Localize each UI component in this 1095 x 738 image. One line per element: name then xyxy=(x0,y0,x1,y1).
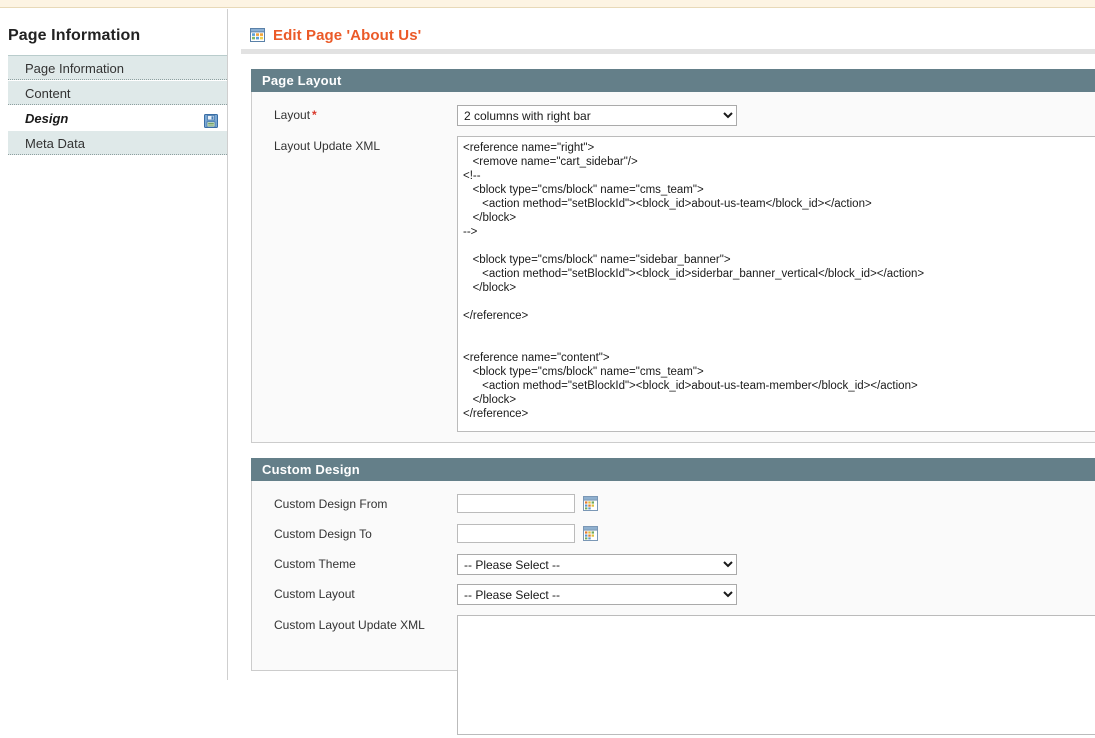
title-divider xyxy=(241,49,1095,54)
custom-design-from-control xyxy=(457,494,598,513)
page-title: Edit Page 'About Us' xyxy=(273,26,422,44)
custom-layout-update-xml-label: Custom Layout Update XML xyxy=(274,618,425,632)
custom-theme-select[interactable]: -- Please Select -- xyxy=(457,554,737,575)
layout-update-xml-field-row: Layout Update XML xyxy=(252,129,1095,435)
sidebar-item-meta-data[interactable]: Meta Data xyxy=(8,130,227,155)
page-layout-section: Page Layout Layout * 2 columns with right… xyxy=(251,69,1095,443)
sidebar-item-design[interactable]: Design xyxy=(8,105,227,130)
custom-design-section: Custom Design Custom Design From Custom … xyxy=(251,458,1095,735)
custom-design-section-body: Custom Design From Custom Design To Cust… xyxy=(251,481,1095,735)
custom-design-to-input[interactable] xyxy=(457,524,575,543)
custom-theme-field-row: Custom Theme -- Please Select -- xyxy=(252,547,1095,578)
custom-design-from-label: Custom Design From xyxy=(274,497,388,511)
page-layout-section-header: Page Layout xyxy=(251,69,1095,92)
page-window-icon xyxy=(250,28,265,42)
main-content: Edit Page 'About Us' Page Layout Layout *… xyxy=(229,9,1095,735)
sidebar-heading: Page Information xyxy=(8,27,141,44)
sidebar-item-label: Design xyxy=(25,111,69,126)
sidebar: Page Information Page Information Conten… xyxy=(0,9,228,680)
save-disk-icon xyxy=(204,111,218,128)
layout-label: Layout * xyxy=(252,105,457,125)
required-asterisk: * xyxy=(312,108,317,122)
custom-layout-update-xml-field-row: Custom Layout Update XML xyxy=(252,608,1095,738)
custom-layout-field-row: Custom Layout -- Please Select -- xyxy=(252,578,1095,608)
custom-design-from-input[interactable] xyxy=(457,494,575,513)
layout-field-row: Layout * 2 columns with right bar xyxy=(252,102,1095,129)
sidebar-item-label: Meta Data xyxy=(25,136,85,151)
custom-design-to-label: Custom Design To xyxy=(274,527,372,541)
layout-label-text: Layout xyxy=(274,108,311,122)
calendar-icon[interactable] xyxy=(583,496,598,511)
sidebar-tab-list: Page Information Content Design Meta Dat… xyxy=(8,55,227,155)
custom-layout-select[interactable]: -- Please Select -- xyxy=(457,584,737,605)
calendar-icon[interactable] xyxy=(583,526,598,541)
sidebar-item-label: Page Information xyxy=(25,61,125,76)
custom-design-to-control xyxy=(457,524,598,543)
custom-layout-label: Custom Layout xyxy=(274,587,355,601)
custom-design-section-header: Custom Design xyxy=(251,458,1095,481)
sidebar-item-label: Content xyxy=(25,86,71,101)
sidebar-item-content[interactable]: Content xyxy=(8,80,227,105)
layout-update-xml-textarea[interactable] xyxy=(457,136,1095,432)
layout-update-xml-label: Layout Update XML xyxy=(274,139,381,153)
custom-layout-update-xml-textarea[interactable] xyxy=(457,615,1095,735)
custom-theme-label: Custom Theme xyxy=(274,557,356,571)
layout-select[interactable]: 2 columns with right bar xyxy=(457,105,737,126)
custom-design-from-field-row: Custom Design From xyxy=(252,491,1095,517)
page-title-row: Edit Page 'About Us' xyxy=(229,9,1095,44)
sidebar-item-page-information[interactable]: Page Information xyxy=(8,55,227,80)
page-layout-section-body: Layout * 2 columns with right bar Layout … xyxy=(251,92,1095,443)
custom-design-to-field-row: Custom Design To xyxy=(252,517,1095,547)
top-notice-strip xyxy=(0,0,1095,8)
